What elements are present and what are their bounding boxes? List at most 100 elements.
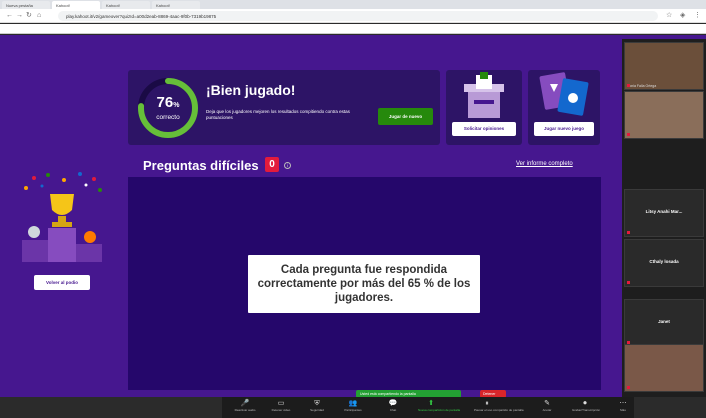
bookmark-item[interactable]: YouTube - "Best Go... [241,31,284,33]
zoom-toolbar-label: Grabar/Transcripción [572,408,601,412]
zoom-toolbar-label: Anotar [542,408,552,412]
browser-tab[interactable]: Kahoot! [52,1,100,9]
zoom-toolbar-label: Chat [389,408,397,412]
full-report-link[interactable]: Ver informe completo [516,161,573,167]
game-cards-icon [539,72,589,116]
bookmark-item[interactable]: YouTube - Pedro Su... [191,31,234,33]
zoom-toolbar-icon: ✎ [544,400,550,407]
difficult-questions-title: Preguntas difíciles [143,158,259,173]
zoom-toolbar-icon: ▭ [277,400,285,407]
zoom-toolbar-icon: 👥 [348,400,358,407]
result-title: ¡Bien jugado! [206,82,296,98]
muted-mic-icon [627,231,630,234]
bookmarks-bar: Aplicaciones YouTube - Port et a... Facebo… [0,24,706,34]
zoom-toolbar-icon: 💬 [388,400,398,407]
participant-tile[interactable]: Janet [624,299,704,347]
muted-mic-icon [627,281,630,284]
muted-mic-icon [627,84,630,87]
ballot-box-icon [464,72,504,118]
bookmark-item[interactable]: YouTube - Port et a... [41,31,83,33]
kahoot-app: sonialeta_3999 76% correcto ¡Bien jugado… [0,35,706,397]
home-icon[interactable]: ⌂ [37,12,41,20]
no-difficult-questions-message: Cada pregunta fue respondida correctamen… [248,255,480,313]
participant-video [625,345,703,391]
zoom-toolbar-icon: ⛨ [314,400,320,407]
zoom-toolbar-label: Seguridad [310,408,324,412]
score-ring: 76% correcto [136,76,200,140]
participant-tile[interactable]: Sonia Falla Ortega [624,42,704,90]
zoom-toolbar-item[interactable]: 🎤 Reactivar audio [232,399,258,412]
participant-video [625,92,703,138]
browser-tab[interactable]: Kahoot! [152,1,200,9]
participant-caption: Sonia Falla Ortega [627,84,657,88]
bookmark-item[interactable]: CONVOCATORIA d... [291,31,334,33]
bookmark-item[interactable]: MAPFRE LA | Tus... [482,31,522,33]
difficult-questions-panel: Cada pregunta fue respondida correctamen… [128,177,601,390]
participant-video [625,43,703,89]
request-feedback-button[interactable]: Solicitar opiniones [452,122,516,136]
zoom-toolbar-item[interactable]: 👥 Participantes [340,399,366,412]
reload-icon[interactable]: ↻ [26,12,32,20]
address-bar[interactable]: play.kahoot.it/v2/gameover?quizId=a00d2e… [58,11,658,21]
participant-tile[interactable] [624,91,704,139]
muted-mic-icon [627,386,630,389]
zoom-toolbar-item[interactable]: ⋯ Más [610,399,636,412]
bookmark-item[interactable]: Fundación de proy... [341,31,381,33]
menu-icon[interactable]: ⋮ [694,12,701,20]
zoom-toolbar-label: Detener video [271,408,291,412]
score-percent: 76% [156,94,180,111]
podium-illustration [22,172,102,262]
participant-name: Cthaly losada [649,259,679,264]
zoom-toolbar-icon: ⏺ [583,400,587,407]
score-label: correcto [156,114,180,121]
feedback-card: Solicitar opiniones [446,70,522,145]
star-icon[interactable]: ☆ [666,12,672,20]
zoom-toolbar-item[interactable]: ⏺ Grabar/Transcripción [572,399,601,412]
bookmark-item[interactable]: Banca Chang / B... [437,31,475,33]
back-icon[interactable]: ← [6,12,13,20]
zoom-toolbar: 🎤 Reactivar audio ▭ Detener video ⛨ Seguridad… [222,397,634,418]
zoom-toolbar-label: Nueva compartición de pantalla [418,408,461,412]
browser-tab[interactable]: Nueva pestaña [2,1,50,9]
participant-tile[interactable] [624,344,704,392]
zoom-toolbar-label: Reactivar audio [234,408,256,412]
bookmark-item[interactable]: Aplicaciones [7,31,34,33]
new-game-button[interactable]: Jugar nuevo juego [534,122,594,136]
browser-tab[interactable]: Kahoot! [102,1,150,9]
info-icon[interactable]: i [284,162,291,169]
bookmark-item[interactable]: Inicio [169,31,184,33]
zoom-participants-panel: Sonia Falla Ortega Litsy Anahi Mar... Ctha… [622,39,706,397]
participant-tile[interactable]: Litsy Anahi Mar... [624,189,704,237]
browser-toolbar: ← → ↻ ⌂ play.kahoot.it/v2/gameover?quizI… [0,9,706,23]
bookmark-item[interactable]: El Oficial de las nuc... [388,31,431,33]
browser-tabbar: Nueva pestaña Kahoot! Kahoot! Kahoot! [0,0,706,9]
zoom-toolbar-icon: ⬆ [428,400,434,407]
back-to-podium-button[interactable]: Volver al podio [34,275,90,290]
bookmark-item[interactable]: Facebook [90,31,113,33]
zoom-toolbar-item[interactable]: ✎ Anotar [534,399,560,412]
difficult-count-badge: 0 [265,157,279,172]
zoom-toolbar-icon: ⏸ [485,400,489,407]
zoom-toolbar-label: Pausar el uso compartido de pantalla [474,408,524,412]
participant-tile[interactable]: Cthaly losada [624,239,704,287]
zoom-toolbar-item[interactable]: ⬆ Nueva compartición de pantalla [418,399,461,412]
zoom-toolbar-label: Más [620,408,626,412]
zoom-toolbar-icon: ⋯ [619,400,627,407]
bookmark-item[interactable]: YouTube - Miguel R... [120,31,162,33]
zoom-toolbar-item[interactable]: ▭ Detener video [268,399,294,412]
participant-name: Litsy Anahi Mar... [645,209,683,214]
play-again-button[interactable]: Jugar de nuevo [378,108,433,125]
zoom-toolbar-item[interactable]: ⛨ Seguridad [304,399,330,412]
zoom-toolbar-label: Participantes [344,408,362,412]
participant-name: Janet [658,319,670,324]
result-description: Deja que los jugadores mejoren los resul… [206,109,350,120]
forward-icon[interactable]: → [16,12,23,20]
zoom-toolbar-item[interactable]: ⏸ Pausar el uso compartido de pantalla [474,399,524,412]
podium [14,170,110,265]
result-card: 76% correcto ¡Bien jugado! Deja que los … [128,70,440,145]
muted-mic-icon [627,133,630,136]
zoom-toolbar-item[interactable]: 💬 Chat [380,399,406,412]
extension-icon[interactable]: ◈ [680,12,685,20]
zoom-toolbar-icon: 🎤 [240,400,250,407]
new-game-card: Jugar nuevo juego [528,70,600,145]
